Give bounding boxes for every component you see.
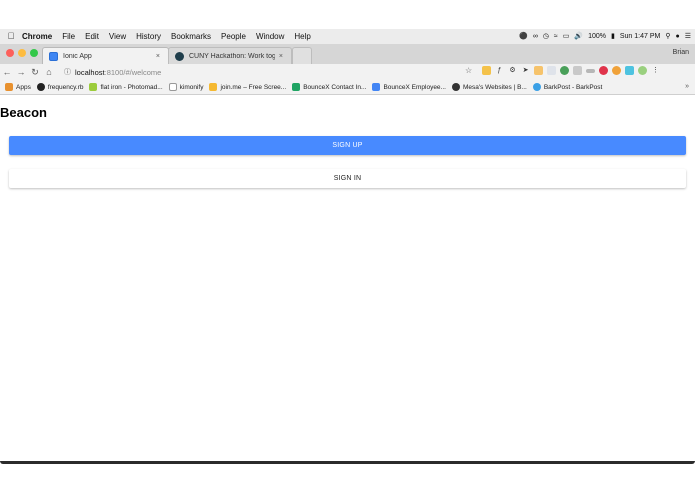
tab-title: Ionic App [63,52,92,60]
url-path: :8100/#/welcome [104,67,162,77]
bookmark-kimonify[interactable]: kimonify [168,83,204,91]
extension-screen-icon[interactable] [573,66,582,75]
sign-in-button[interactable]: SIGN IN [9,169,686,188]
info-icon[interactable]: ⓘ [64,67,71,77]
reload-icon[interactable]: ↻ [28,67,42,78]
menu-bookmarks[interactable]: Bookmarks [171,32,211,41]
tab-ionic-app[interactable]: Ionic App × [42,47,169,64]
github-icon [36,83,45,91]
bookmark-barkpost[interactable]: BarkPost - BarkPost [532,83,603,91]
airplay-icon[interactable]: ▭ [563,32,570,40]
menu-file[interactable]: File [62,32,75,41]
forward-arrow-icon[interactable]: → [14,67,28,77]
extension-gear-icon[interactable]: ⚙ [508,66,517,75]
glasses-icon[interactable]: ∞ [533,33,538,40]
bookmark-apps[interactable]: Apps [5,83,31,91]
bookmark-joinme[interactable]: join.me – Free Scree... [209,83,286,91]
apple-icon[interactable]:  [0,31,22,41]
extension-notes-icon[interactable] [482,66,491,75]
mac-menubar-area:  Chrome File Edit View History Bookmark… [0,0,695,44]
new-tab-button[interactable] [292,47,312,64]
clock-icon[interactable]: ◷ [543,32,549,40]
battery-percent: 100% [588,32,607,40]
bookmark-label: join.me – Free Scree... [220,83,287,91]
sheets-icon [292,83,301,91]
page-title: Beacon [0,105,47,120]
address-bar[interactable]: ⓘ localhost :8100/#/welcome [64,66,480,78]
siri-icon[interactable]: ● [675,33,679,40]
menu-people[interactable]: People [221,32,246,41]
close-window-button[interactable] [6,49,14,57]
bookmark-label: Mesa's Websites | B... [462,83,527,91]
extension-cursor-icon[interactable]: ➤ [521,66,530,75]
devpost-favicon-icon [175,51,184,61]
extension-blue-icon[interactable] [625,66,634,75]
link-icon [451,83,460,91]
window-controls [6,49,38,57]
evernote-icon[interactable]: ⚫ [519,32,528,40]
home-icon[interactable]: ⌂ [42,67,56,77]
mac-status-area: ⚫ ∞ ◷ ≈ ▭ 🔊 100% ▮ Sun 1:47 PM ⚲ ● ☰ [519,28,691,44]
sign-up-button[interactable]: SIGN UP [9,136,686,155]
browser-toolbar: ← → ↻ ⌂ ⓘ localhost :8100/#/welcome ☆ ƒ … [0,64,695,80]
notification-center-icon[interactable]: ☰ [685,32,691,40]
extension-green-icon[interactable] [560,66,569,75]
minimize-window-button[interactable] [18,49,26,57]
bookmark-mesa-websites[interactable]: Mesa's Websites | B... [451,83,527,91]
bookmark-bouncex-employee[interactable]: BounceX Employee... [372,83,446,91]
back-arrow-icon[interactable]: ← [0,67,14,77]
maximize-window-button[interactable] [30,49,38,57]
spotlight-icon[interactable]: ⚲ [665,32,670,40]
bookmark-label: BarkPost - BarkPost [543,83,603,91]
barkpost-icon [532,83,541,91]
menu-clock[interactable]: Sun 1:47 PM [620,33,660,40]
bookmark-label: kimonify [179,83,204,91]
extensions-bar: ƒ ⚙ ➤ ⋮ [482,66,660,75]
bookmark-star-icon[interactable]: ☆ [465,66,472,75]
tab-close-icon[interactable]: × [279,53,283,60]
extension-rss-icon[interactable] [534,66,543,75]
extension-dash-icon[interactable] [586,68,595,73]
menu-help[interactable]: Help [294,32,310,41]
bookmark-flat-iron[interactable]: flat iron - Photomad... [89,83,163,91]
menu-edit[interactable]: Edit [85,32,99,41]
bookmark-label: flat iron - Photomad... [100,83,163,91]
bookmark-label: BounceX Employee... [383,83,446,91]
wifi-icon[interactable]: ≈ [554,33,558,40]
menu-view[interactable]: View [109,32,126,41]
menu-window[interactable]: Window [256,32,284,41]
battery-icon[interactable]: ▮ [611,32,615,40]
bookmark-label: frequency.rb [47,83,84,91]
ionic-favicon-icon [49,51,58,61]
photomad-icon [89,83,98,91]
url-host: localhost [75,67,105,77]
joinme-icon [209,83,218,91]
pinterest-icon[interactable] [599,66,608,75]
volume-icon[interactable]: 🔊 [574,32,583,40]
bookmark-label: BounceX Contact In... [303,83,367,91]
extension-puzzle-icon[interactable] [547,66,556,75]
bookmarks-bar: Apps frequency.rb flat iron - Photomad..… [0,80,695,95]
profile-button[interactable]: Brian [673,49,689,56]
menu-history[interactable]: History [136,32,161,41]
extension-formula-icon[interactable]: ƒ [495,66,504,75]
window-bottom-edge [0,461,695,464]
page-icon [168,83,177,91]
tab-cuny-hackathon[interactable]: CUNY Hackathon: Work togeth × [168,47,292,64]
apps-grid-icon [5,83,13,91]
page-content: Beacon SIGN UP SIGN IN [0,95,695,462]
bookmark-label: Apps [16,83,31,91]
menu-app-name[interactable]: Chrome [22,32,52,41]
tab-title: CUNY Hackathon: Work togeth [189,52,275,60]
chrome-menu-icon[interactable]: ⋮ [651,66,660,75]
tab-bar: Ionic App × CUNY Hackathon: Work togeth … [0,44,695,64]
extension-lime-icon[interactable] [638,66,647,75]
bookmarks-overflow-icon[interactable]: » [685,83,689,90]
extension-orange-icon[interactable] [612,66,621,75]
bookmark-frequency[interactable]: frequency.rb [36,83,84,91]
drive-icon [372,83,381,91]
bookmark-bouncex-contact[interactable]: BounceX Contact In... [292,83,366,91]
tab-close-icon[interactable]: × [156,53,160,60]
